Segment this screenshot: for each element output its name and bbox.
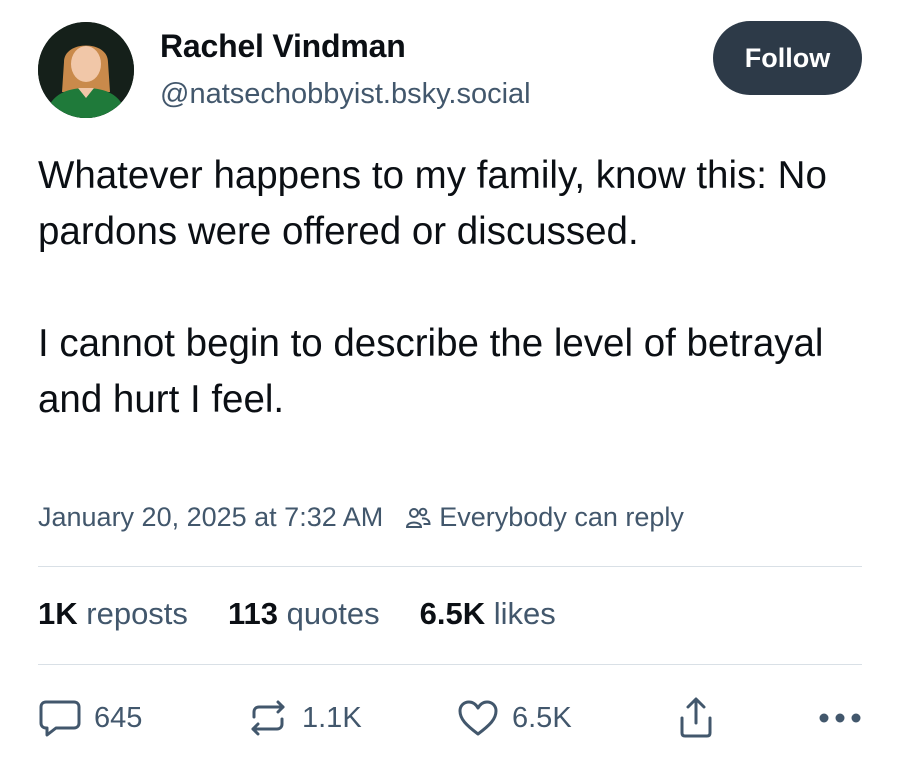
author-handle[interactable]: @natsechobbyist.bsky.social <box>160 78 531 111</box>
quotes-count: 113 <box>227 596 278 631</box>
more-dots-icon <box>818 712 862 724</box>
reposts-count: 1K <box>38 596 78 631</box>
like-count: 6.5K <box>512 701 572 734</box>
action-bar: 645 1.1K 6.5K <box>38 692 862 744</box>
divider <box>38 664 862 665</box>
post-stats: 1K reposts 113 quotes 6.5K likes <box>38 596 556 632</box>
divider <box>38 566 862 567</box>
reply-setting: Everybody can reply <box>439 502 684 532</box>
author-display-name[interactable]: Rachel Vindman <box>160 28 406 65</box>
quotes-stat[interactable]: 113 quotes <box>228 596 380 632</box>
likes-stat[interactable]: 6.5K likes <box>420 596 556 632</box>
avatar[interactable] <box>38 22 134 118</box>
post-text: Whatever happens to my family, know this… <box>38 148 878 428</box>
reply-bubble-icon <box>38 698 82 738</box>
share-button[interactable] <box>674 692 718 744</box>
reply-count: 645 <box>94 701 143 734</box>
reposts-stat[interactable]: 1K reposts <box>38 596 188 632</box>
more-options-button[interactable] <box>818 692 862 744</box>
post-paragraph: Whatever happens to my family, know this… <box>38 154 827 253</box>
post-meta: January 20, 2025 at 7:32 AM Everybody ca… <box>38 502 684 533</box>
likes-count: 6.5K <box>419 596 486 631</box>
post-paragraph: I cannot begin to describe the level of … <box>38 322 824 421</box>
repost-button[interactable]: 1.1K <box>246 692 362 744</box>
repost-count: 1.1K <box>302 701 362 734</box>
repost-icon <box>246 698 290 738</box>
post-timestamp[interactable]: January 20, 2025 at 7:32 AM <box>38 502 383 533</box>
heart-icon <box>456 698 500 738</box>
follow-button[interactable]: Follow <box>713 21 862 95</box>
avatar-photo <box>38 22 134 118</box>
reposts-label: reposts <box>86 596 188 631</box>
likes-label: likes <box>493 596 556 631</box>
quotes-label: quotes <box>286 596 380 631</box>
like-button[interactable]: 6.5K <box>456 692 572 744</box>
reply-button[interactable]: 645 <box>38 692 142 744</box>
people-icon <box>405 505 431 531</box>
share-icon <box>674 696 718 740</box>
